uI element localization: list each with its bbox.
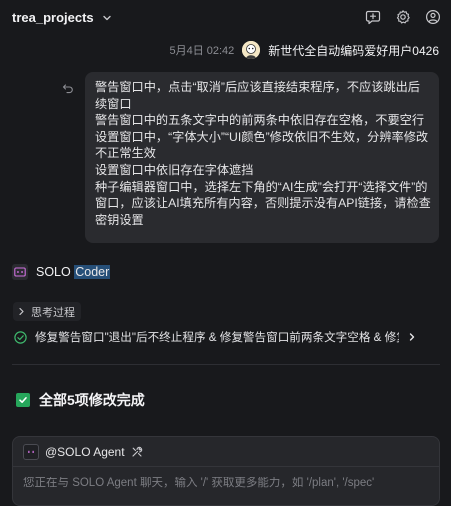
new-chat-icon[interactable] <box>365 9 381 25</box>
checkbox-checked-icon <box>16 393 30 407</box>
solo-agent-logo-icon <box>23 444 39 460</box>
agent-name: SOLO Coder <box>36 265 111 279</box>
completion-title: 全部5项修改完成 <box>39 392 145 408</box>
composer-divider <box>13 466 439 467</box>
user-name: 新世代全自动编码爱好用户0426 <box>268 43 439 58</box>
gear-icon[interactable] <box>395 9 411 25</box>
avatar[interactable] <box>242 41 261 59</box>
project-name: trea_projects <box>12 10 94 25</box>
top-actions <box>365 9 441 25</box>
thinking-label: 思考过程 <box>31 306 75 319</box>
chevron-right-icon <box>19 307 24 316</box>
message-line: 设置窗口中，“字体大小”“UI颜色”修改依旧不生效，分辨率修改不正常生效 <box>95 129 429 161</box>
message-line: 警告窗口中的五条文字中的前两条中依旧存在空格，不要空行 <box>95 113 425 128</box>
message-line: 种子编辑器窗口中，选择左下角的“AI生成”会打开“选择文件”的窗口，应该让AI填… <box>95 179 431 227</box>
message-line: 警告窗口中，点击“取消”后应该直接结束程序，不应该跳出后续窗口 <box>95 80 420 111</box>
top-bar: trea_projects <box>0 0 451 36</box>
user-message-bubble: 警告窗口中，点击“取消”后应该直接结束程序，不应该跳出后续窗口 警告窗口中的五条… <box>85 72 439 243</box>
agent-tag-label: @SOLO Agent <box>45 445 125 459</box>
completion-heading: 全部5项修改完成 <box>16 390 145 410</box>
agent-header: SOLO Coder <box>12 264 111 280</box>
project-selector[interactable]: trea_projects <box>12 10 112 25</box>
agent-name-selected: Coder <box>74 265 111 279</box>
message-timestamp: 5月4日 02:42 <box>169 45 235 57</box>
undo-icon[interactable] <box>62 82 74 94</box>
agent-mention-tag[interactable]: @SOLO Agent <box>23 444 143 460</box>
agent-name-prefix: SOLO <box>36 265 75 279</box>
tools-icon[interactable] <box>131 446 143 458</box>
solo-coder-logo-icon <box>12 264 28 280</box>
thinking-process-toggle[interactable]: 思考过程 <box>13 302 81 321</box>
user-avatar-image <box>242 41 261 59</box>
message-line: 设置窗口中依旧存在字体遮挡 <box>95 162 254 177</box>
task-summary-row[interactable]: 修复警告窗口"退出"后不终止程序 & 修复警告窗口前两条文字空格 & 修复设置.… <box>14 329 434 345</box>
task-summary-text: 修复警告窗口"退出"后不终止程序 & 修复警告窗口前两条文字空格 & 修复设置.… <box>35 331 399 344</box>
message-header: 5月4日 02:42 新世代全自动编码爱好用户0426 <box>169 41 439 59</box>
divider <box>12 364 440 365</box>
user-icon[interactable] <box>425 9 441 25</box>
chevron-down-icon <box>102 15 111 20</box>
chat-composer: @SOLO Agent <box>12 436 440 506</box>
chat-input[interactable] <box>23 477 427 489</box>
check-circle-icon <box>14 330 27 344</box>
chevron-right-icon[interactable] <box>407 332 417 342</box>
